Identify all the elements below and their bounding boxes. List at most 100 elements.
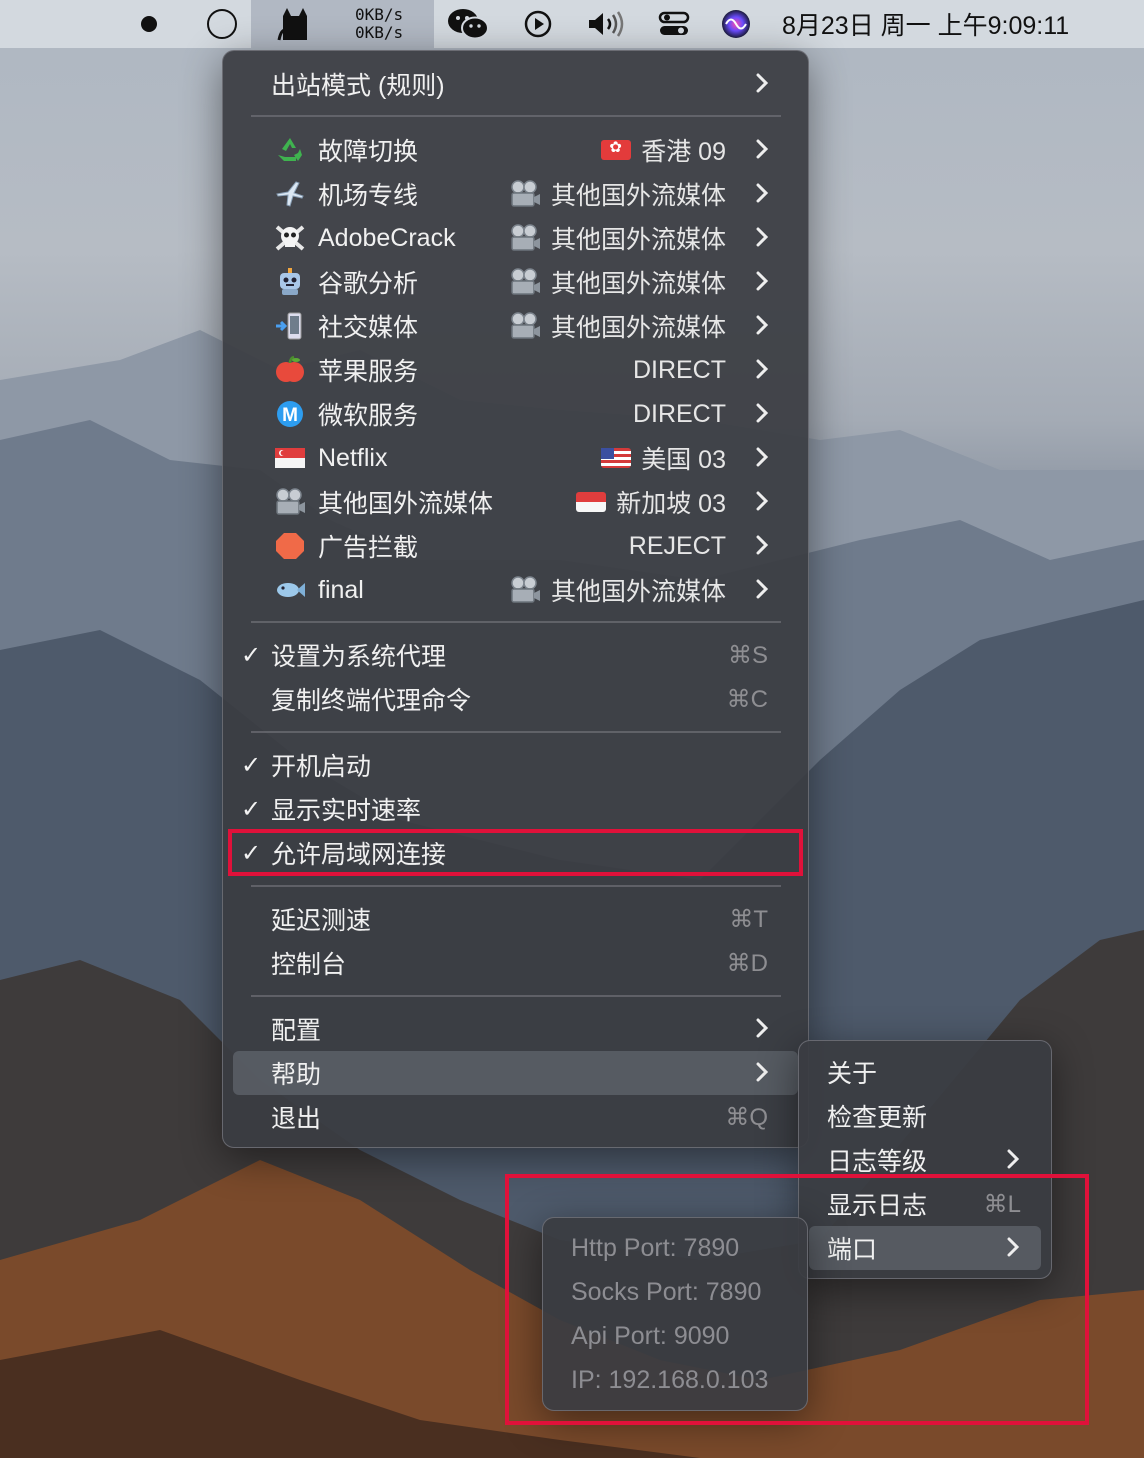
chevron-right-icon [756, 1062, 769, 1082]
about-label: 关于 [827, 1060, 878, 1088]
proxy-group-selection-text: DIRECT [632, 399, 726, 428]
menu-item-quit[interactable]: 退出 ⌘Q [233, 1095, 798, 1139]
phone-icon [273, 310, 307, 342]
proxy-group-row[interactable]: final 其他国外流媒体 [233, 568, 798, 612]
circle-icon[interactable] [204, 0, 240, 48]
separator [251, 995, 781, 997]
proxy-group-selection-text: 其他国外流媒体 [550, 226, 726, 254]
config-label: 配置 [271, 1017, 322, 1045]
menu-item-launch-at-login[interactable]: ✓ 开机启动 [233, 743, 798, 787]
stop-sign-icon [273, 530, 307, 562]
menu-item-copy-terminal-command[interactable]: 复制终端代理命令 ⌘C [233, 677, 798, 721]
chevron-right-icon [756, 447, 769, 467]
proxy-group-selection-text: 美国 03 [641, 446, 726, 474]
proxy-group-row[interactable]: 社交媒体 其他国外流媒体 [233, 304, 798, 348]
proxy-group-selection: 其他国外流媒体 [509, 308, 726, 344]
shortcut-label: ⌘T [729, 905, 768, 933]
skull-icon [273, 222, 307, 254]
media-group-icon [511, 312, 540, 339]
robot-icon [273, 266, 307, 298]
separator [251, 621, 781, 623]
us-flag-icon [601, 448, 632, 468]
proxy-group-name: 微软服务 [318, 402, 419, 430]
proxy-group-row[interactable]: 机场专线 其他国外流媒体 [233, 172, 798, 216]
checkmark-icon: ✓ [241, 751, 262, 779]
proxy-group-name: 苹果服务 [318, 358, 419, 386]
shortcut-label: ⌘D [726, 949, 768, 977]
recycle-icon [273, 134, 307, 166]
proxy-group-selection-text: REJECT [628, 531, 726, 560]
proxy-group-name: 机场专线 [318, 182, 419, 210]
play-icon[interactable] [522, 0, 554, 48]
proxy-group-row[interactable]: 故障切换 香港 09 [233, 128, 798, 172]
proxy-group-row[interactable]: M 微软服务 DIRECT [233, 392, 798, 436]
media-group-icon [511, 576, 540, 603]
menu-item-show-speed[interactable]: ✓ 显示实时速率 [233, 787, 798, 831]
proxy-group-row[interactable]: 谷歌分析 其他国外流媒体 [233, 260, 798, 304]
proxy-group-selection: 美国 03 [601, 440, 726, 476]
menu-item-latency-test[interactable]: 延迟测速 ⌘T [233, 897, 798, 941]
proxy-group-row[interactable]: AdobeCrack 其他国外流媒体 [233, 216, 798, 260]
dashboard-label: 控制台 [271, 951, 347, 979]
shortcut-label: ⌘C [726, 685, 768, 713]
media-group-icon [511, 268, 540, 295]
proxy-group-row[interactable]: Netflix 美国 03 [233, 436, 798, 480]
menu-item-system-proxy[interactable]: ✓ 设置为系统代理 ⌘S [233, 633, 798, 677]
record-dot-icon[interactable] [138, 0, 160, 48]
siri-icon[interactable] [720, 0, 752, 48]
proxy-group-selection: DIRECT [633, 400, 726, 429]
proxy-group-selection: 其他国外流媒体 [509, 572, 726, 608]
chevron-right-icon [756, 271, 769, 291]
proxy-group-name: Netflix [318, 443, 388, 472]
menu-item-check-update[interactable]: 检查更新 [809, 1094, 1041, 1138]
sg-flag-icon [576, 492, 607, 512]
menu-item-outbound-mode[interactable]: 出站模式 (规则) [233, 62, 798, 106]
hk-flag-icon [601, 138, 632, 160]
proxy-group-selection: REJECT [629, 532, 726, 561]
chevron-right-icon [756, 73, 769, 93]
chevron-right-icon [756, 227, 769, 247]
chevron-right-icon [756, 579, 769, 599]
chevron-right-icon [756, 139, 769, 159]
chevron-right-icon [756, 359, 769, 379]
clashx-status-item[interactable]: 0KB/s 0KB/s [251, 0, 434, 48]
menu-item-config[interactable]: 配置 [233, 1007, 798, 1051]
proxy-group-row[interactable]: 苹果服务 DIRECT [233, 348, 798, 392]
launch-at-login-label: 开机启动 [271, 753, 372, 781]
clock[interactable]: 8月23日 周一 上午9:09:11 [782, 0, 1069, 48]
proxy-group-selection-text: 香港 09 [641, 138, 726, 166]
chevron-right-icon [756, 491, 769, 511]
airplane-icon [273, 178, 307, 210]
menu-item-help[interactable]: 帮助 [233, 1051, 798, 1095]
shortcut-label: ⌘Q [725, 1103, 768, 1131]
m-icon: M [273, 398, 307, 430]
proxy-group-name: final [318, 575, 364, 604]
chevron-right-icon [756, 183, 769, 203]
apple-icon [273, 354, 307, 386]
proxy-group-selection-text: DIRECT [632, 355, 726, 384]
volume-icon[interactable] [584, 0, 628, 48]
speed-readout: 0KB/s 0KB/s [355, 6, 403, 42]
proxy-group-selection: DIRECT [633, 356, 726, 385]
proxy-group-row[interactable]: 广告拦截 REJECT [233, 524, 798, 568]
proxy-group-selection-text: 其他国外流媒体 [550, 578, 726, 606]
proxy-group-name: 广告拦截 [318, 534, 419, 562]
menu-item-dashboard[interactable]: 控制台 ⌘D [233, 941, 798, 985]
proxy-group-selection-text: 其他国外流媒体 [550, 314, 726, 342]
menu-item-about[interactable]: 关于 [809, 1050, 1041, 1094]
separator [251, 115, 781, 117]
clashx-menu: 出站模式 (规则) 故障切换香港 09机场专线其他国外流媒体AdobeCrack… [222, 50, 809, 1148]
copy-terminal-label: 复制终端代理命令 [271, 687, 472, 715]
latency-test-label: 延迟测速 [271, 907, 372, 935]
proxy-group-selection: 新加坡 03 [576, 484, 726, 520]
chevron-right-icon [756, 1018, 769, 1038]
proxy-group-row[interactable]: 其他国外流媒体 新加坡 03 [233, 480, 798, 524]
separator [251, 731, 781, 733]
wechat-icon[interactable] [446, 0, 490, 48]
cat-icon [277, 8, 307, 41]
proxy-group-selection: 其他国外流媒体 [509, 220, 726, 256]
proxy-group-selection: 其他国外流媒体 [509, 264, 726, 300]
control-center-icon[interactable] [656, 0, 692, 48]
proxy-group-selection-text: 其他国外流媒体 [550, 270, 726, 298]
checkmark-icon: ✓ [241, 795, 262, 823]
